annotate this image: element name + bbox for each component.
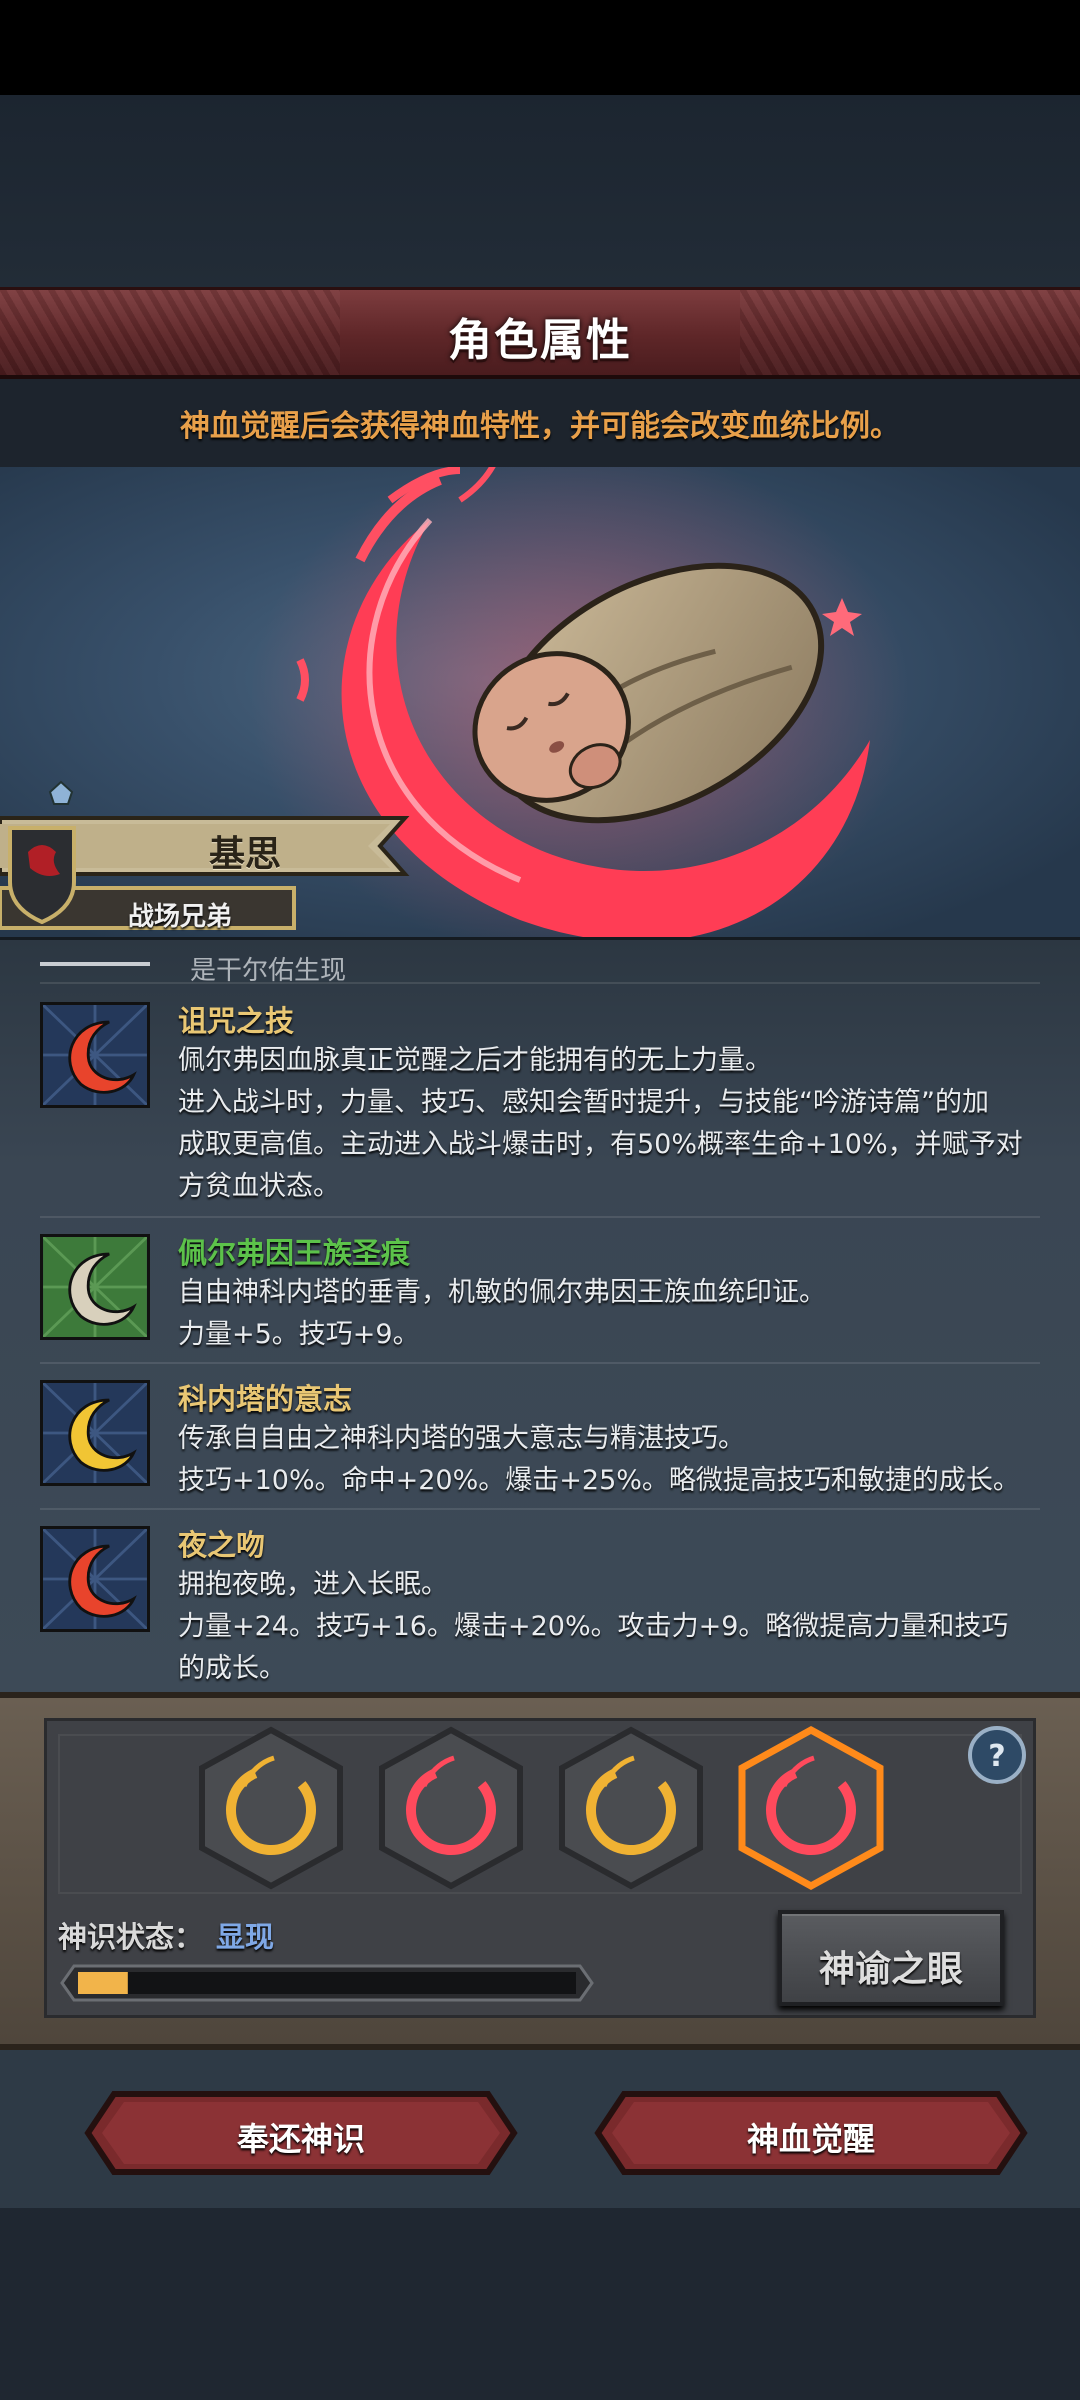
rune-slot-gold-1[interactable] bbox=[196, 1726, 346, 1890]
yellow-crescent-icon bbox=[40, 1380, 150, 1486]
oracle-eye-label: 神谕之眼 bbox=[818, 1949, 963, 1990]
status-bar-area bbox=[0, 0, 1080, 95]
trait-description: 拥抱夜晚，进入长眠。 力量+24。技巧+16。爆击+20%。攻击力+9。略微提高… bbox=[178, 1564, 1048, 1690]
character-emblem-icon bbox=[8, 826, 76, 925]
character-subtitle: 战场兄弟 bbox=[127, 902, 232, 932]
trait-line: 进入战斗时，力量、技巧、感知会暂时提升，与技能“吟游诗篇”的加 bbox=[178, 1087, 989, 1118]
list-divider bbox=[40, 1216, 1040, 1218]
trait-description: 佩尔弗因血脉真正觉醒之后才能拥有的无上力量。 进入战斗时，力量、技巧、感知会暂时… bbox=[178, 1040, 1048, 1208]
help-button[interactable]: ? bbox=[966, 1724, 1028, 1786]
trait-name: 夜之吻 bbox=[178, 1528, 266, 1562]
trait-description: 自由神科内塔的垂青，机敏的佩尔弗因王族血统印证。 力量+5。技巧+9。 bbox=[178, 1272, 1048, 1356]
help-glyph: ? bbox=[988, 1739, 1005, 1774]
trait-line: 自由神科内塔的垂青，机敏的佩尔弗因王族血统印证。 bbox=[178, 1277, 826, 1308]
red-crescent-icon bbox=[40, 1002, 150, 1108]
rune-slot-gold-2[interactable] bbox=[556, 1726, 706, 1890]
list-divider bbox=[40, 1508, 1040, 1510]
rune-slot-red-1[interactable] bbox=[376, 1726, 526, 1890]
trait-line: 传承自自由之神科内塔的强大意志与精湛技巧。 bbox=[178, 1423, 745, 1454]
top-backdrop bbox=[0, 95, 1080, 287]
title-bar: 角色属性 bbox=[0, 287, 1080, 379]
divine-sense-status-label: 神识状态： bbox=[58, 1920, 204, 1954]
oracle-eye-button[interactable]: 神谕之眼 bbox=[778, 1910, 1004, 2006]
red-crescent-icon bbox=[40, 1526, 150, 1632]
divine-sense-progress-bar bbox=[60, 1964, 594, 2002]
list-divider bbox=[40, 982, 1040, 984]
rune-slot-red-selected[interactable] bbox=[736, 1726, 886, 1890]
trait-line: 方贫血状态。 bbox=[178, 1171, 340, 1202]
blood-awakening-label: 神血觉醒 bbox=[746, 2120, 875, 2158]
trait-line: 佩尔弗因血脉真正觉醒之后才能拥有的无上力量。 bbox=[178, 1045, 772, 1076]
awakening-notice: 神血觉醒后会获得神血特性，并可能会改变血统比例。 bbox=[180, 409, 900, 444]
trait-name: 科内塔的意志 bbox=[178, 1382, 353, 1416]
rank-icon bbox=[48, 780, 74, 805]
trait-line: 力量+24。技巧+16。爆击+20%。攻击力+9。略微提高力量和技巧 bbox=[178, 1611, 1009, 1642]
trait-line: 力量+5。技巧+9。 bbox=[178, 1319, 420, 1350]
trait-line: 成取更高值。主动进入战斗爆击时，有50%概率生命+10%，并赋予对 bbox=[178, 1129, 1023, 1160]
divine-sense-status-value: 显现 bbox=[216, 1920, 275, 1954]
trait-description: 传承自自由之神科内塔的强大意志与精湛技巧。 技巧+10%。命中+20%。爆击+2… bbox=[178, 1418, 1048, 1502]
character-name: 基思 bbox=[208, 834, 281, 875]
scrolled-divider bbox=[40, 962, 150, 966]
notice-bar: 神血觉醒后会获得神血特性，并可能会改变血统比例。 bbox=[0, 379, 1080, 467]
bottom-backdrop bbox=[0, 2208, 1080, 2400]
list-divider bbox=[40, 1362, 1040, 1364]
return-divine-sense-label: 奉还神识 bbox=[236, 2120, 365, 2158]
progress-fill bbox=[78, 1972, 128, 1994]
trait-line: 的成长。 bbox=[178, 1653, 286, 1684]
white-crescent-icon bbox=[40, 1234, 150, 1340]
trait-name: 诅咒之技 bbox=[178, 1004, 295, 1038]
trait-line: 拥抱夜晚，进入长眠。 bbox=[178, 1569, 448, 1600]
trait-line: 技巧+10%。命中+20%。爆击+25%。略微提高技巧和敏捷的成长。 bbox=[178, 1465, 1020, 1496]
page-title: 角色属性 bbox=[448, 315, 632, 366]
trait-name: 佩尔弗因王族圣痕 bbox=[178, 1236, 411, 1270]
